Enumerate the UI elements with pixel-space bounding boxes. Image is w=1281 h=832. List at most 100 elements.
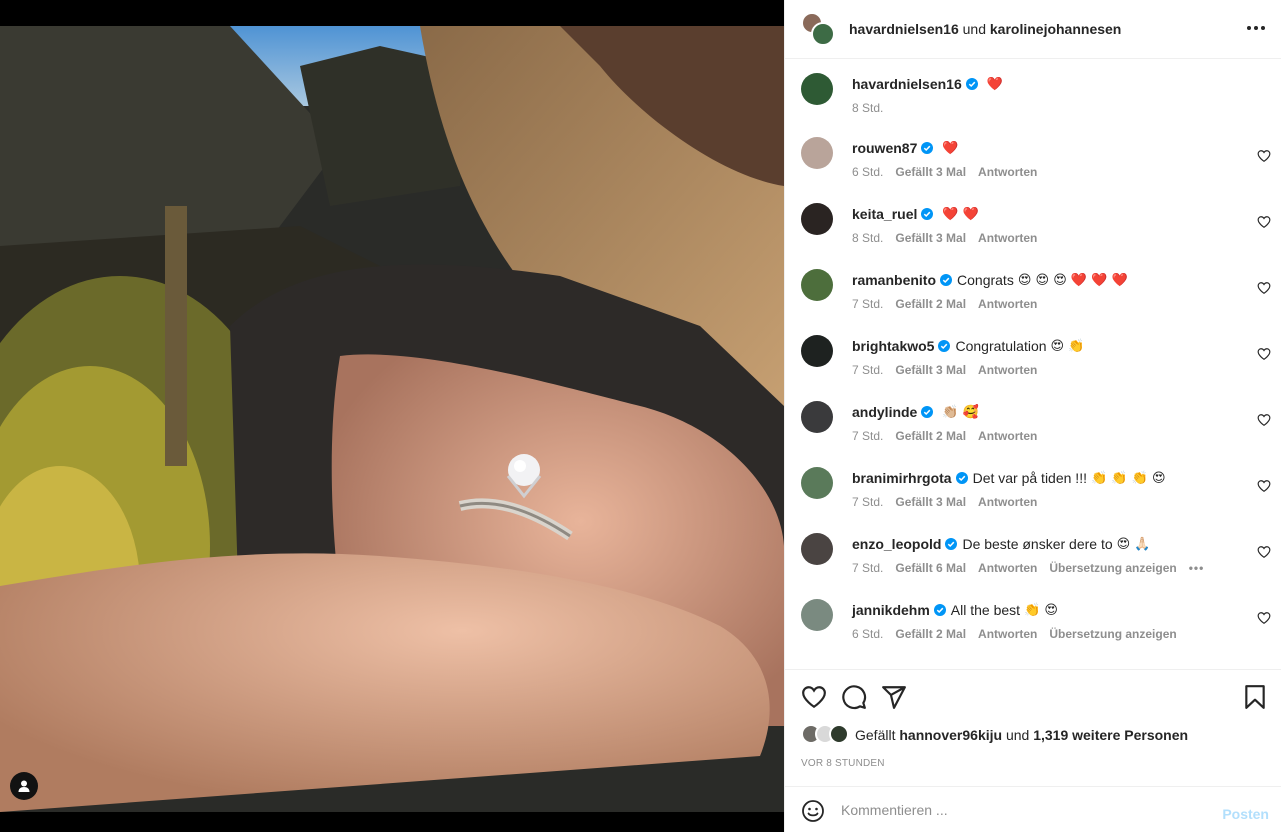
emoji-icon[interactable] [801,799,825,823]
comment-meta: 7 Std. Gefällt 2 Mal Antworten [852,429,1037,443]
heart-outline-icon[interactable] [1257,611,1271,625]
comment-text: De beste ønsker dere to [962,536,1113,552]
reply-button[interactable]: Antworten [978,627,1037,641]
comment-username[interactable]: keita_ruel [852,206,917,222]
post-media [0,0,784,832]
comment-likes-count[interactable]: Gefällt 3 Mal [895,231,966,245]
heart-icon[interactable] [801,684,827,710]
see-translation-button[interactable]: Übersetzung anzeigen [1049,627,1176,641]
coauthor-username-link[interactable]: karolinejohannesen [990,21,1121,37]
comment-likes-count[interactable]: Gefällt 3 Mal [895,495,966,509]
avatar[interactable] [801,599,833,631]
avatar[interactable] [801,533,833,565]
comment-username[interactable]: havardnielsen16 [852,76,962,92]
comment-time[interactable]: 7 Std. [852,561,883,575]
comment-meta: 8 Std. Gefällt 3 Mal Antworten [852,231,1037,245]
reply-button[interactable]: Antworten [978,297,1037,311]
comment-time[interactable]: 8 Std. [852,101,883,115]
engagement-ring-photo [0,26,784,812]
comment-likes-count[interactable]: Gefällt 6 Mal [895,561,966,575]
avatar[interactable] [811,22,835,46]
comment-username[interactable]: branimirhrgota [852,470,952,486]
comment-text: Det var på tiden !!! [972,470,1087,486]
comment-time[interactable]: 6 Std. [852,165,883,179]
comment-emoji: ❤️ [986,76,1003,92]
comment-username[interactable]: ramanbenito [852,272,936,288]
comment-likes-count[interactable]: Gefällt 2 Mal [895,627,966,641]
comment-row: branimirhrgota Det var på tiden !!! 👏 👏 … [801,453,1271,513]
caption: havardnielsen16 ❤️ 8 Std. [801,59,1271,119]
heart-outline-icon[interactable] [1257,149,1271,163]
likes-summary: Gefällt hannover96kiju und 1,319 weitere… [801,724,1188,746]
avatar[interactable] [801,203,833,235]
comment-icon[interactable] [841,684,867,710]
comment-row: jannikdehm All the best 👏 😍 6 Std. Gefäl… [801,585,1271,645]
heart-outline-icon[interactable] [1257,281,1271,295]
reply-button[interactable]: Antworten [978,495,1037,509]
verified-badge-icon [965,78,978,90]
comment-username[interactable]: jannikdehm [852,602,930,618]
comment-username[interactable]: brightakwo5 [852,338,934,354]
comment-username[interactable]: andylinde [852,404,917,420]
reply-button[interactable]: Antworten [978,561,1037,575]
avatar[interactable] [801,137,833,169]
liker-username-link[interactable]: hannover96kiju [899,727,1002,743]
post-timestamp[interactable]: VOR 8 STUNDEN [801,758,885,769]
avatar[interactable] [801,73,833,105]
comment-time[interactable]: 8 Std. [852,231,883,245]
author-username-link[interactable]: havardnielsen16 [849,21,959,37]
avatar[interactable] [801,467,833,499]
bookmark-icon[interactable] [1242,684,1268,710]
reply-button[interactable]: Antworten [978,165,1037,179]
reply-button[interactable]: Antworten [978,363,1037,377]
comment-username[interactable]: enzo_leopold [852,536,941,552]
avatar[interactable] [801,269,833,301]
comments-list[interactable]: havardnielsen16 ❤️ 8 Std. rouwen87 ❤️ 6 … [785,59,1281,669]
likers-avatars[interactable] [801,724,855,746]
comment-likes-count[interactable]: Gefällt 2 Mal [895,429,966,443]
comment-time[interactable]: 7 Std. [852,297,883,311]
comment-input[interactable] [841,799,1211,821]
likes-count-link[interactable]: 1,319 weitere Personen [1033,727,1188,743]
comment-likes-count[interactable]: Gefällt 2 Mal [895,297,966,311]
see-translation-button[interactable]: Übersetzung anzeigen [1049,561,1176,575]
heart-outline-icon[interactable] [1257,215,1271,229]
verified-badge-icon [945,538,958,550]
reply-button[interactable]: Antworten [978,231,1037,245]
comment-row: brightakwo5 Congratulation 😍 👏 7 Std. Ge… [801,321,1271,381]
collab-avatars[interactable] [801,12,835,46]
comment-time[interactable]: 7 Std. [852,429,883,443]
comment-time[interactable]: 7 Std. [852,495,883,509]
comment-likes-count[interactable]: Gefällt 3 Mal [895,165,966,179]
avatar[interactable] [801,335,833,367]
avatar[interactable] [801,401,833,433]
reply-button[interactable]: Antworten [978,429,1037,443]
collab-names: havardnielsen16 und karolinejohannesen [849,21,1121,37]
likes-prefix: Gefällt [855,727,896,743]
comment-time[interactable]: 6 Std. [852,627,883,641]
comment-username[interactable]: rouwen87 [852,140,917,156]
comment-time[interactable]: 7 Std. [852,363,883,377]
heart-outline-icon[interactable] [1257,479,1271,493]
post-comment-button[interactable]: Posten [1222,806,1269,822]
comment-meta: 6 Std. Gefällt 2 Mal Antworten Übersetzu… [852,627,1177,641]
comment-text: All the best [950,602,1021,618]
comment-likes-count[interactable]: Gefällt 3 Mal [895,363,966,377]
share-icon[interactable] [881,684,907,710]
avatar [829,724,849,744]
comment-emoji: 👏 😍 [1024,602,1058,618]
more-options-button[interactable] [1244,18,1268,38]
collab-joiner: und [962,21,986,37]
heart-outline-icon[interactable] [1257,413,1271,427]
post-header: havardnielsen16 und karolinejohannesen [785,0,1281,59]
verified-badge-icon [921,142,934,154]
post-photo[interactable] [0,26,784,812]
comment-more-options-button[interactable]: ••• [1189,561,1205,575]
comment-line: rouwen87 ❤️ [852,140,959,156]
comment-meta: 7 Std. Gefällt 3 Mal Antworten [852,363,1037,377]
caption-line: havardnielsen16 ❤️ [852,76,1003,92]
heart-outline-icon[interactable] [1257,545,1271,559]
comment-emoji: 👏 👏 👏 😍 [1090,470,1166,486]
tagged-users-button[interactable] [10,772,38,800]
heart-outline-icon[interactable] [1257,347,1271,361]
